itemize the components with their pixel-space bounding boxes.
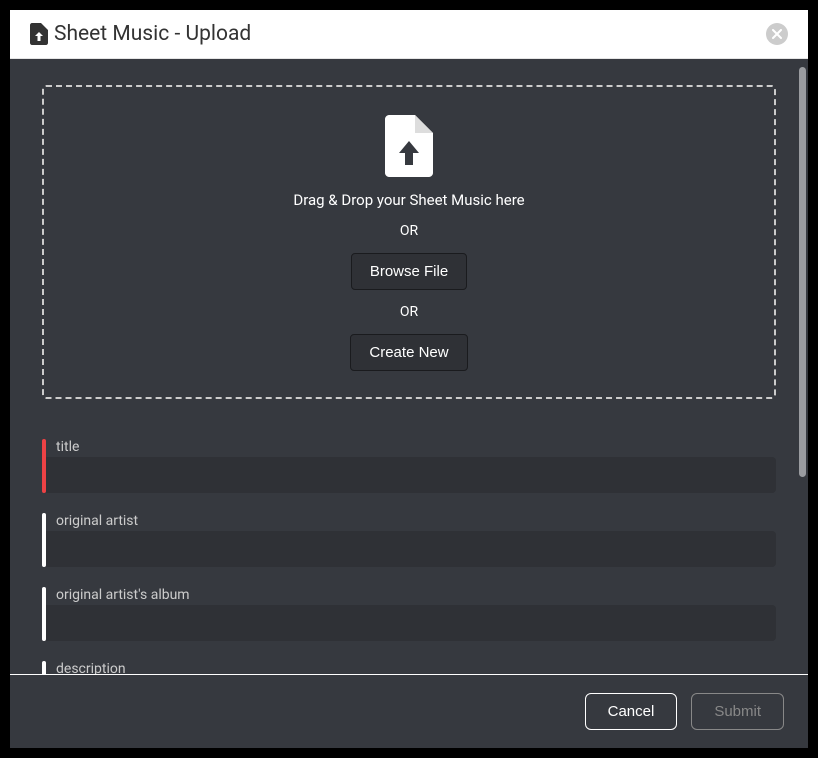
field-title: title — [42, 439, 776, 493]
field-original-artist: original artist — [42, 513, 776, 567]
artist-input[interactable] — [42, 531, 776, 567]
modal-footer: Cancel Submit — [10, 674, 808, 748]
submit-button[interactable]: Submit — [691, 693, 784, 730]
modal-title-wrap: Sheet Music - Upload — [30, 22, 251, 46]
modal-body: Drag & Drop your Sheet Music here OR Bro… — [10, 59, 808, 674]
field-description: description — [42, 661, 776, 674]
close-icon — [772, 26, 782, 42]
description-label: description — [42, 661, 776, 674]
or-separator-2: OR — [64, 304, 754, 320]
album-label: original artist's album — [42, 587, 776, 603]
file-upload-icon — [30, 23, 48, 45]
optional-indicator — [42, 661, 46, 674]
close-button[interactable] — [766, 23, 788, 45]
title-input[interactable] — [42, 457, 776, 493]
modal-title: Sheet Music - Upload — [54, 22, 251, 46]
upload-modal: Sheet Music - Upload Drag & Drop your Sh… — [10, 10, 808, 748]
file-upload-large-icon — [385, 115, 433, 177]
modal-header: Sheet Music - Upload — [10, 10, 808, 59]
field-album: original artist's album — [42, 587, 776, 641]
artist-label: original artist — [42, 513, 776, 529]
title-label: title — [42, 439, 776, 455]
album-input[interactable] — [42, 605, 776, 641]
required-indicator — [42, 439, 46, 493]
optional-indicator — [42, 513, 46, 567]
scrollbar[interactable] — [799, 67, 806, 477]
or-separator-1: OR — [64, 223, 754, 239]
dropzone[interactable]: Drag & Drop your Sheet Music here OR Bro… — [42, 85, 776, 399]
cancel-button[interactable]: Cancel — [585, 693, 678, 730]
browse-file-button[interactable]: Browse File — [351, 253, 467, 290]
optional-indicator — [42, 587, 46, 641]
create-new-button[interactable]: Create New — [350, 334, 467, 371]
dropzone-text: Drag & Drop your Sheet Music here — [64, 191, 754, 209]
